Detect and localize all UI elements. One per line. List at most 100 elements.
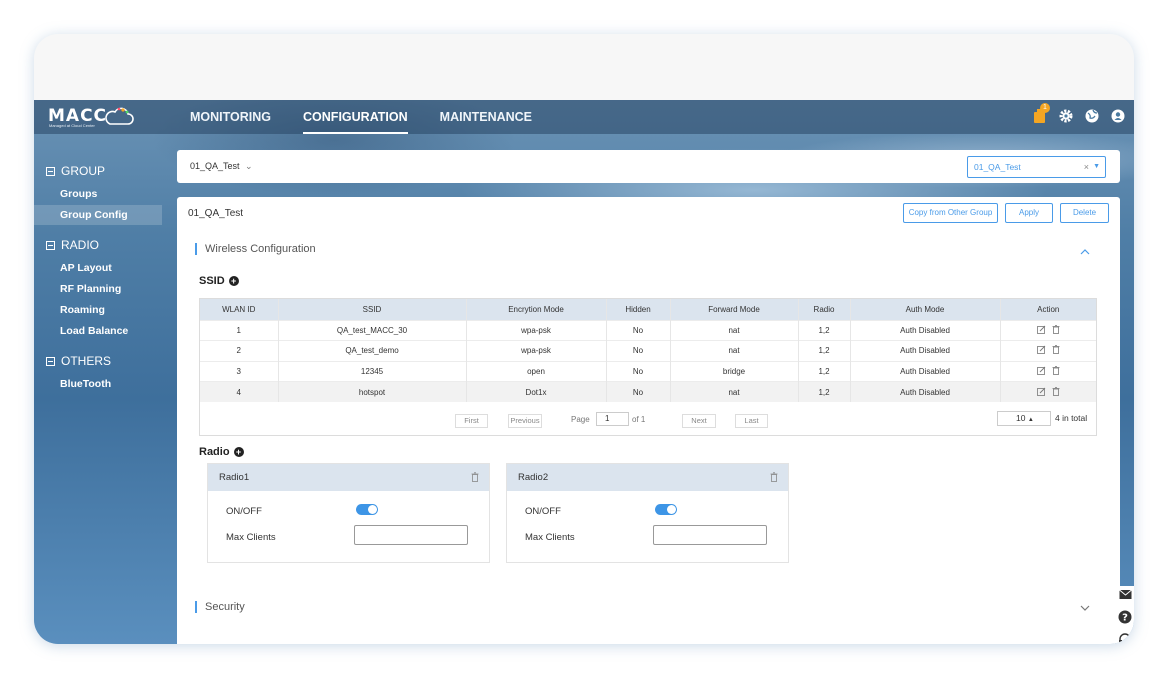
cell-encryption: wpa-psk xyxy=(466,319,607,341)
top-right-icons: 1 xyxy=(1032,103,1126,124)
table-row[interactable]: 1 QA_test_MACC_30 wpa-psk No nat 1,2 Aut… xyxy=(200,319,1096,341)
clear-icon[interactable]: × xyxy=(1084,157,1089,177)
sidebar-item-bluetooth[interactable]: BlueTooth xyxy=(34,374,162,394)
notification-icon[interactable]: 1 xyxy=(1032,103,1050,124)
edit-icon[interactable] xyxy=(1036,325,1046,334)
sidebar-item-groups[interactable]: Groups xyxy=(34,184,162,204)
cell-encryption: Dot1x xyxy=(466,381,607,402)
wireless-configuration-header[interactable]: Wireless Configuration xyxy=(195,243,316,255)
macc-logo[interactable]: MACC Managed at Cloud Center xyxy=(48,106,138,128)
chevron-down-icon: ⌄ xyxy=(245,161,253,171)
sidebar-item-load-balance[interactable]: Load Balance xyxy=(34,321,162,341)
globe-icon[interactable] xyxy=(1084,108,1100,124)
radio-card-2: Radio2 ON/OFF Max Clients xyxy=(506,463,789,563)
nav-monitoring[interactable]: MONITORING xyxy=(178,100,283,134)
apply-button[interactable]: Apply xyxy=(1005,203,1053,223)
cell-hidden: No xyxy=(606,340,671,361)
sidebar-group-others[interactable]: OTHERS xyxy=(46,354,111,368)
cell-wlan-id: 4 xyxy=(200,381,279,402)
column-header[interactable]: Radio xyxy=(798,299,851,320)
sidebar-item-roaming[interactable]: Roaming xyxy=(34,300,162,320)
radio1-onoff-toggle[interactable] xyxy=(356,504,378,515)
column-header[interactable]: Encrytion Mode xyxy=(466,299,607,320)
sidebar-group-label: GROUP xyxy=(61,164,106,178)
main-nav: MONITORING CONFIGURATION MAINTENANCE xyxy=(178,100,552,134)
sidebar-group-radio[interactable]: RADIO xyxy=(46,238,99,252)
cell-forward-mode: nat xyxy=(670,319,799,341)
screenshot-frame: MACC Managed at Cloud Center MONITORING … xyxy=(34,34,1134,644)
caret-down-icon[interactable]: ▼ xyxy=(1093,157,1100,177)
add-radio-icon[interactable]: + xyxy=(233,447,244,457)
column-header[interactable]: Hidden xyxy=(606,299,671,320)
onoff-label: ON/OFF xyxy=(226,506,262,517)
cell-encryption: open xyxy=(466,360,607,382)
cell-radio: 1,2 xyxy=(798,319,851,341)
edit-icon[interactable] xyxy=(1036,387,1046,396)
edit-icon[interactable] xyxy=(1036,345,1046,355)
delete-icon[interactable] xyxy=(1052,365,1060,375)
sidebar-group-label: OTHERS xyxy=(61,354,112,368)
collapse-icon xyxy=(46,240,55,250)
delete-icon[interactable] xyxy=(1052,386,1060,396)
security-header[interactable]: Security xyxy=(195,601,245,613)
gear-icon[interactable] xyxy=(1058,108,1074,124)
headset-icon[interactable] xyxy=(1118,632,1132,644)
previous-page-button[interactable]: Previous xyxy=(508,414,542,428)
group-dropdown[interactable]: 01_QA_Test ⌄ xyxy=(190,161,253,172)
mail-icon[interactable] xyxy=(1119,589,1132,600)
cell-forward-mode: bridge xyxy=(670,360,799,382)
column-header[interactable]: Forward Mode xyxy=(670,299,799,320)
group-select-value: 01_QA_Test xyxy=(974,162,1021,172)
radio-heading-label: Radio xyxy=(199,446,230,458)
add-ssid-icon[interactable]: + xyxy=(228,276,239,286)
page-number-input[interactable]: 1 xyxy=(596,412,629,426)
column-header[interactable]: SSID xyxy=(278,299,467,320)
delete-icon[interactable] xyxy=(770,472,778,482)
cell-wlan-id: 2 xyxy=(200,340,279,361)
cell-hidden: No xyxy=(606,381,671,402)
panel-title: 01_QA_Test xyxy=(188,208,244,219)
sidebar-item-group-config[interactable]: Group Config xyxy=(34,205,162,225)
radio2-onoff-toggle[interactable] xyxy=(655,504,677,515)
max-clients-label: Max Clients xyxy=(226,532,276,543)
cell-ssid: QA_test_MACC_30 xyxy=(278,319,467,341)
sidebar-group-group[interactable]: GROUP xyxy=(46,164,105,178)
cell-ssid: QA_test_demo xyxy=(278,340,467,361)
nav-maintenance[interactable]: MAINTENANCE xyxy=(428,100,544,134)
user-icon[interactable] xyxy=(1110,108,1126,124)
copy-from-other-group-button[interactable]: Copy from Other Group xyxy=(903,203,998,223)
chevron-up-icon[interactable] xyxy=(1080,247,1090,257)
delete-icon[interactable] xyxy=(471,472,479,482)
radio-heading: Radio + xyxy=(199,446,244,458)
table-row[interactable]: 4 hotspot Dot1x No nat 1,2 Auth Disabled xyxy=(200,381,1096,402)
table-pagination: First Previous Page 1 of 1 Next Last 10 … xyxy=(200,403,1096,433)
next-page-button[interactable]: Next xyxy=(682,414,716,428)
delete-icon[interactable] xyxy=(1052,345,1060,355)
nav-configuration[interactable]: CONFIGURATION xyxy=(291,100,420,134)
column-header[interactable]: WLAN ID xyxy=(200,299,279,320)
column-header[interactable]: Auth Mode xyxy=(850,299,1001,320)
delete-icon[interactable] xyxy=(1052,324,1060,334)
help-icon[interactable]: ? xyxy=(1118,610,1132,624)
radio1-max-clients-input[interactable] xyxy=(354,525,468,545)
table-row[interactable]: 2 QA_test_demo wpa-psk No nat 1,2 Auth D… xyxy=(200,340,1096,361)
page-of-label: of 1 xyxy=(632,415,646,424)
table-row[interactable]: 3 12345 open No bridge 1,2 Auth Disabled xyxy=(200,360,1096,382)
sidebar-item-rf-planning[interactable]: RF Planning xyxy=(34,279,162,299)
radio2-max-clients-input[interactable] xyxy=(653,525,767,545)
radio-card-header: Radio1 xyxy=(208,464,489,491)
group-select-input[interactable]: 01_QA_Test × ▼ xyxy=(967,156,1106,178)
radio-card-header: Radio2 xyxy=(507,464,788,491)
first-page-button[interactable]: First xyxy=(455,414,488,428)
sidebar-item-ap-layout[interactable]: AP Layout xyxy=(34,258,162,278)
delete-button[interactable]: Delete xyxy=(1060,203,1109,223)
cell-auth-mode: Auth Disabled xyxy=(850,381,1001,402)
cell-auth-mode: Auth Disabled xyxy=(850,360,1001,382)
config-panel: 01_QA_Test Copy from Other Group Apply D… xyxy=(177,197,1120,644)
ssid-heading: SSID + xyxy=(199,275,239,287)
last-page-button[interactable]: Last xyxy=(735,414,768,428)
chevron-down-icon[interactable] xyxy=(1080,603,1090,613)
page-size-select[interactable]: 10 ▲ xyxy=(997,411,1051,426)
edit-icon[interactable] xyxy=(1036,366,1046,375)
onoff-label: ON/OFF xyxy=(525,506,561,517)
